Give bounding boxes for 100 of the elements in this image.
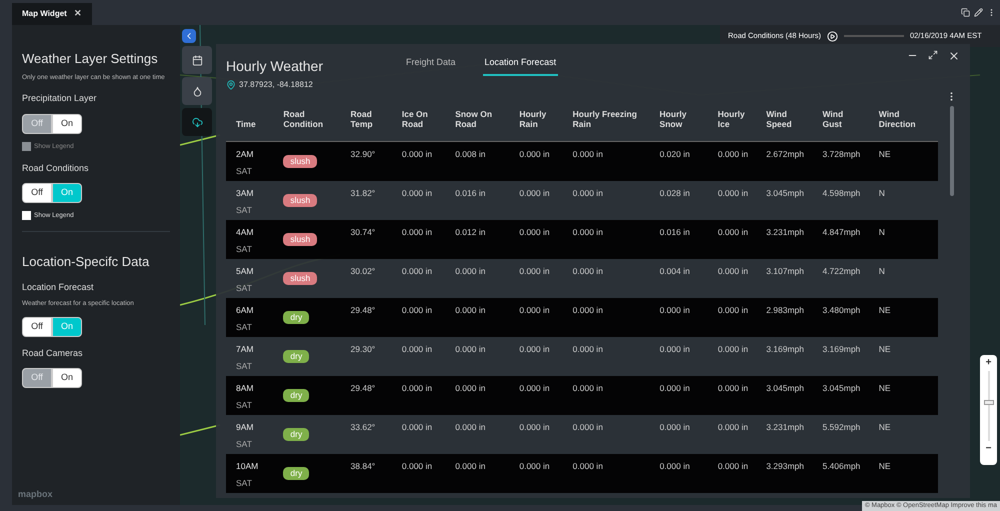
table-cell-text: 0.000 in: [519, 421, 551, 434]
table-cell-text: 5.592mph: [822, 421, 862, 434]
calendar-icon: [192, 54, 202, 66]
table-cell-text: 0.000 in: [572, 187, 604, 200]
table-cell-text: 0.000 in: [402, 148, 434, 161]
day-cell-text: SAT: [236, 360, 253, 372]
time-cell-text: 7AM: [236, 343, 254, 356]
table-cell-text: 0.000 in: [402, 265, 434, 278]
time-cell-text: 5AM: [236, 265, 254, 278]
table-cell-text: 0.000 in: [572, 460, 604, 473]
copy-icon[interactable]: [961, 8, 970, 17]
section-title: Location-Specifc Data: [22, 252, 150, 271]
day-cell-text: SAT: [236, 438, 253, 450]
table-cell-text: 0.000 in: [402, 343, 434, 356]
zoom-in-button[interactable]: +: [986, 357, 992, 369]
table-cell-text: 29.48°: [350, 382, 376, 395]
table-cell-text: 0.000 in: [572, 421, 604, 434]
day-cell-text: SAT: [236, 242, 253, 256]
table-cell-text: 0.000 in: [718, 187, 750, 200]
checkbox[interactable]: [22, 211, 31, 220]
table-cell-text: 3.293mph: [766, 460, 805, 473]
toggle-option[interactable]: Off: [22, 183, 52, 203]
condition-tag: dry: [283, 467, 310, 480]
mapbox-logo: mapbox: [18, 488, 53, 501]
toggle-option[interactable]: On: [52, 114, 82, 134]
setting-label: Road Conditions: [22, 162, 90, 174]
column-header: Snow On Road: [455, 109, 494, 129]
toggle-option[interactable]: Off: [22, 316, 52, 336]
table-cell-text: 2.672mph: [766, 148, 805, 161]
location-pin-icon: [226, 80, 236, 90]
day-cell-text: SAT: [236, 164, 253, 178]
table-cell-text: 2.983mph: [766, 304, 805, 317]
table-cell-text: 3.231mph: [766, 421, 805, 434]
cloud-icon: [192, 116, 202, 128]
scrollbar[interactable]: [950, 106, 954, 196]
table-cell-text: 0.000 in: [660, 460, 691, 473]
expand-icon[interactable]: [928, 50, 938, 60]
table-cell-text: 0.000 in: [519, 148, 551, 161]
panel-title: Hourly Weather: [226, 57, 324, 76]
widget-tab[interactable]: Map Widget ✕: [12, 3, 92, 25]
table-cell-text: 31.82°: [350, 187, 376, 200]
table-cell-text: 4.598mph: [822, 187, 862, 200]
timeline-slider[interactable]: [844, 35, 904, 37]
day-cell-text: SAT: [236, 476, 253, 490]
table-cell-text: 0.012 in: [455, 226, 486, 239]
table-cell-text: 4.722mph: [822, 265, 862, 278]
toolbar-button[interactable]: [182, 108, 212, 136]
table-cell-text: NE: [878, 343, 892, 356]
table-cell-text: 0.000 in: [402, 460, 434, 473]
table-cell-text: 0.000 in: [718, 148, 750, 161]
column-header: Time: [236, 119, 256, 129]
edit-icon[interactable]: [974, 8, 983, 17]
table-cell-text: 0.016 in: [660, 226, 691, 239]
column-header: Road Condition: [283, 109, 324, 129]
panel-tab[interactable]: Freight Data: [404, 56, 458, 76]
table-cell-text: 0.000 in: [402, 187, 434, 200]
table-cell-text: 0.008 in: [455, 148, 486, 161]
table-cell-text: 0.000 in: [455, 460, 486, 473]
play-button[interactable]: [826, 30, 838, 42]
zoom-out-button[interactable]: −: [986, 443, 992, 455]
table-cell-text: 0.000 in: [660, 343, 691, 356]
zoom-thumb[interactable]: [984, 400, 994, 406]
time-cell-text: 4AM: [236, 226, 254, 239]
table-cell-text: 0.000 in: [718, 265, 750, 278]
time-cell-text: 6AM: [236, 304, 254, 317]
table-cell-text: 4.847mph: [822, 226, 862, 239]
table-cell-text: 3.728mph: [822, 148, 862, 161]
table-cell-text: 0.000 in: [660, 382, 691, 395]
table-cell-text: 0.000 in: [519, 226, 551, 239]
coordinates: 37.87923, -84.18812: [239, 79, 313, 91]
table-cell-text: 3.045mph: [766, 382, 805, 395]
table-cell-text: 38.84°: [350, 460, 376, 473]
table-cell-text: N: [878, 226, 886, 239]
table-cell-text: 3.045mph: [822, 382, 862, 395]
setting-label: Precipitation Layer: [22, 92, 98, 106]
column-header: Hourly Snow: [660, 109, 688, 129]
close-button[interactable]: ✕: [74, 7, 82, 21]
day-cell-text: SAT: [236, 282, 253, 294]
table-cell-text: 0.016 in: [455, 187, 486, 200]
table-cell-text: 0.000 in: [572, 343, 604, 356]
table-cell-text: 33.62°: [350, 421, 376, 434]
table-cell-text: N: [878, 265, 886, 278]
table-cell-text: 29.30°: [350, 343, 376, 356]
toolbar-button[interactable]: [182, 46, 212, 74]
table-cell-text: 5.406mph: [822, 460, 862, 473]
toggle-option[interactable]: On: [52, 368, 82, 388]
table-cell-text: 3.169mph: [822, 343, 862, 356]
close-icon[interactable]: [948, 50, 960, 62]
toolbar-button[interactable]: [182, 77, 212, 105]
panel-tab[interactable]: Location Forecast: [482, 56, 558, 76]
table-cell-text: 3.107mph: [766, 265, 805, 278]
table-cell-text: 0.000 in: [718, 304, 750, 317]
table-cell-text: 0.000 in: [718, 226, 750, 239]
column-header: Road Temp: [350, 109, 374, 129]
table-cell-text: 0.000 in: [519, 343, 551, 356]
collapse-button[interactable]: [182, 29, 196, 43]
table-cell-text: 29.48°: [350, 304, 376, 317]
table-cell-text: 0.000 in: [402, 421, 434, 434]
column-header: Hourly Rain: [519, 109, 548, 129]
condition-tag: dry: [283, 311, 310, 324]
